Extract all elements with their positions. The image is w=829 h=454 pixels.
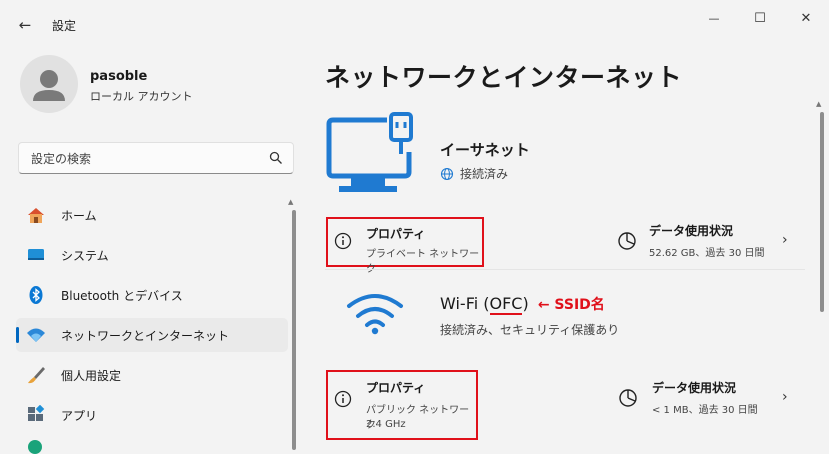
user-icon	[33, 70, 65, 101]
account-type: ローカル アカウント	[90, 90, 193, 103]
bluetooth-icon	[26, 285, 46, 305]
ethernet-status-text: 接続済み	[460, 167, 509, 181]
brush-icon	[26, 365, 46, 385]
wifi-icon	[345, 292, 405, 336]
info-icon	[334, 232, 352, 250]
sidebar-item-label: ホーム	[61, 209, 97, 223]
apps-icon	[26, 405, 46, 425]
ethernet-properties-subtitle: プライベート ネットワーク	[366, 249, 480, 275]
close-icon: ✕	[800, 10, 812, 26]
sidebar-item-apps[interactable]: アプリ	[16, 398, 288, 432]
page-title: ネットワークとインターネット	[325, 63, 683, 92]
close-button[interactable]: ✕	[786, 6, 826, 30]
wifi-properties-title: プロパティ	[366, 381, 426, 395]
sidebar-scrollbar[interactable]	[292, 210, 296, 450]
wifi-name-prefix: Wi-Fi (	[440, 294, 490, 313]
sidebar-item-label: システム	[61, 249, 109, 263]
sidebar-item-bluetooth[interactable]: Bluetooth とデバイス	[16, 278, 288, 312]
ethernet-properties-title: プロパティ	[366, 227, 426, 241]
ethernet-icon	[325, 112, 422, 204]
network-icon	[26, 325, 46, 345]
maximize-icon: ☐	[754, 10, 766, 26]
ethernet-properties-button[interactable]: プロパティ プライベート ネットワーク	[326, 217, 484, 275]
sidebar-item-label: 個人用設定	[61, 369, 122, 383]
selection-indicator	[16, 327, 19, 343]
wifi-name: Wi-Fi (OFC) ← SSID名	[440, 294, 605, 315]
globe-icon	[440, 167, 454, 180]
avatar[interactable]	[20, 55, 78, 113]
sidebar-item-network[interactable]: ネットワークとインターネット	[16, 318, 288, 352]
sidebar-item-partial-icon	[28, 440, 42, 454]
system-icon	[26, 245, 46, 265]
wifi-band: 2.4 GHz	[366, 419, 406, 430]
main-scroll-up[interactable]: ▲	[816, 100, 821, 108]
sidebar-item-label: ネットワークとインターネット	[61, 329, 230, 343]
ethernet-data-usage-button[interactable]: データ使用状況 52.62 GB、過去 30 日間 ›	[612, 220, 802, 264]
wifi-ssid: OFC	[489, 294, 523, 315]
back-button[interactable]: ←	[12, 12, 38, 38]
home-icon	[26, 205, 46, 225]
search-icon[interactable]	[269, 151, 283, 165]
sidebar-item-personalization[interactable]: 個人用設定	[16, 358, 288, 392]
sidebar-item-home[interactable]: ホーム	[16, 198, 288, 232]
ethernet-status: 接続済み	[440, 165, 508, 182]
info-icon	[334, 390, 352, 408]
wifi-data-usage-button[interactable]: データ使用状況 < 1 MB、過去 30 日間 ›	[615, 377, 805, 421]
ethernet-name: イーサネット	[440, 141, 530, 159]
wifi-status: 接続済み、セキュリティ保護あり	[440, 323, 620, 337]
sidebar-item-label: Bluetooth とデバイス	[61, 289, 183, 303]
wifi-data-usage-title: データ使用状況	[652, 381, 737, 395]
wifi-name-suffix: )	[522, 294, 529, 313]
app-title: 設定	[52, 19, 77, 33]
sidebar-item-label: アプリ	[61, 409, 98, 423]
wifi-properties-button[interactable]: プロパティ パブリック ネットワーク 2.4 GHz	[326, 370, 478, 440]
minimize-button[interactable]: —	[694, 6, 734, 30]
wifi-data-usage-subtitle: < 1 MB、過去 30 日間	[652, 405, 758, 416]
maximize-button[interactable]: ☐	[740, 6, 780, 30]
pie-chart-icon	[618, 232, 636, 250]
main-scrollbar[interactable]	[820, 112, 824, 312]
ssid-annotation: ← SSID名	[537, 297, 605, 313]
ethernet-data-usage-subtitle: 52.62 GB、過去 30 日間	[649, 248, 765, 259]
chevron-right-icon: ›	[782, 232, 788, 248]
chevron-right-icon: ›	[782, 389, 788, 405]
back-arrow-icon: ←	[18, 16, 32, 34]
sidebar-scroll-up[interactable]: ▲	[288, 198, 293, 206]
divider	[325, 269, 805, 270]
user-name: pasoble	[90, 69, 148, 84]
search-box[interactable]	[18, 142, 294, 174]
ethernet-data-usage-title: データ使用状況	[649, 224, 734, 238]
pie-chart-icon	[619, 389, 637, 407]
search-input[interactable]	[29, 149, 263, 169]
minimize-icon: —	[708, 11, 720, 25]
sidebar-item-system[interactable]: システム	[16, 238, 288, 272]
